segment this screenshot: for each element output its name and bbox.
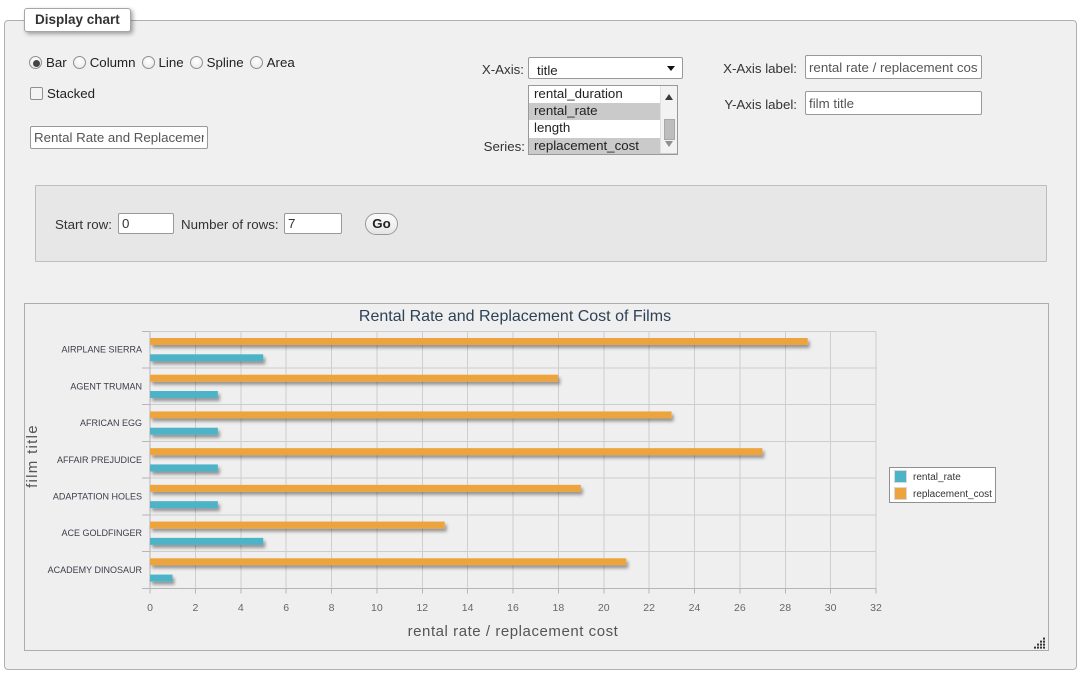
svg-text:10: 10 [371,602,383,614]
svg-text:14: 14 [462,602,474,614]
svg-text:Rental Rate and Replacement Co: Rental Rate and Replacement Cost of Film… [359,308,671,325]
svg-text:2: 2 [192,602,198,614]
svg-text:22: 22 [643,602,655,614]
svg-text:32: 32 [870,602,882,614]
svg-text:AFRICAN EGG: AFRICAN EGG [80,418,142,428]
svg-text:ACADEMY DINOSAUR: ACADEMY DINOSAUR [48,565,143,575]
svg-text:28: 28 [779,602,791,614]
svg-text:8: 8 [329,602,335,614]
svg-text:30: 30 [825,602,837,614]
svg-text:rental_rate: rental_rate [913,472,961,483]
svg-text:AFFAIR PREJUDICE: AFFAIR PREJUDICE [57,455,142,465]
svg-text:replacement_cost: replacement_cost [913,489,992,500]
svg-text:18: 18 [553,602,565,614]
svg-text:24: 24 [689,602,701,614]
svg-text:6: 6 [283,602,289,614]
svg-text:film title: film title [25,424,41,488]
svg-text:12: 12 [416,602,428,614]
svg-text:20: 20 [598,602,610,614]
svg-text:AIRPLANE SIERRA: AIRPLANE SIERRA [61,345,142,355]
svg-text:0: 0 [147,602,153,614]
svg-text:26: 26 [734,602,746,614]
svg-text:rental rate / replacement cost: rental rate / replacement cost [408,623,619,640]
svg-text:ADAPTATION HOLES: ADAPTATION HOLES [53,492,142,502]
svg-text:16: 16 [507,602,519,614]
svg-text:ACE GOLDFINGER: ACE GOLDFINGER [61,528,142,538]
svg-text:4: 4 [238,602,244,614]
svg-text:AGENT TRUMAN: AGENT TRUMAN [70,381,142,391]
